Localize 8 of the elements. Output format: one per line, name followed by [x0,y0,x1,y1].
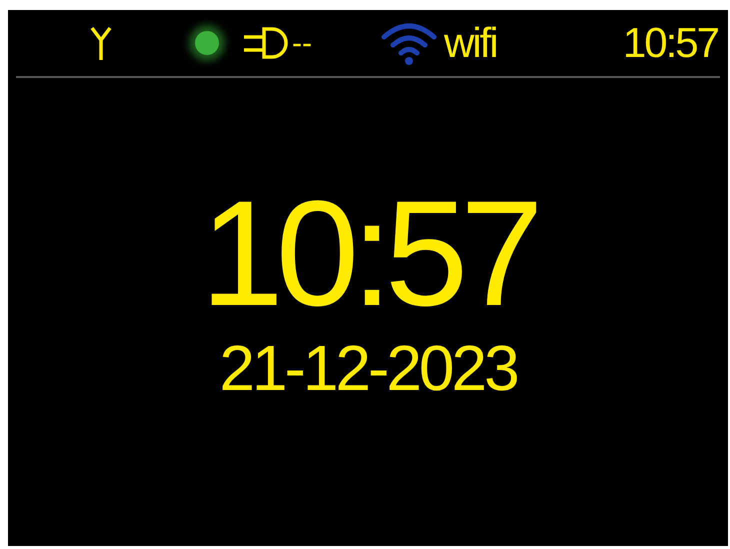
status-time: 10:57 [622,22,718,64]
wifi-icon [380,21,438,65]
clock-date: 21-12-2023 [219,336,517,400]
clock-time: 10:57 [200,178,536,328]
antenna-icon [90,26,112,60]
wifi-label: wifi [444,22,497,64]
power-reading: -- [292,26,312,62]
plug-icon [242,26,288,60]
